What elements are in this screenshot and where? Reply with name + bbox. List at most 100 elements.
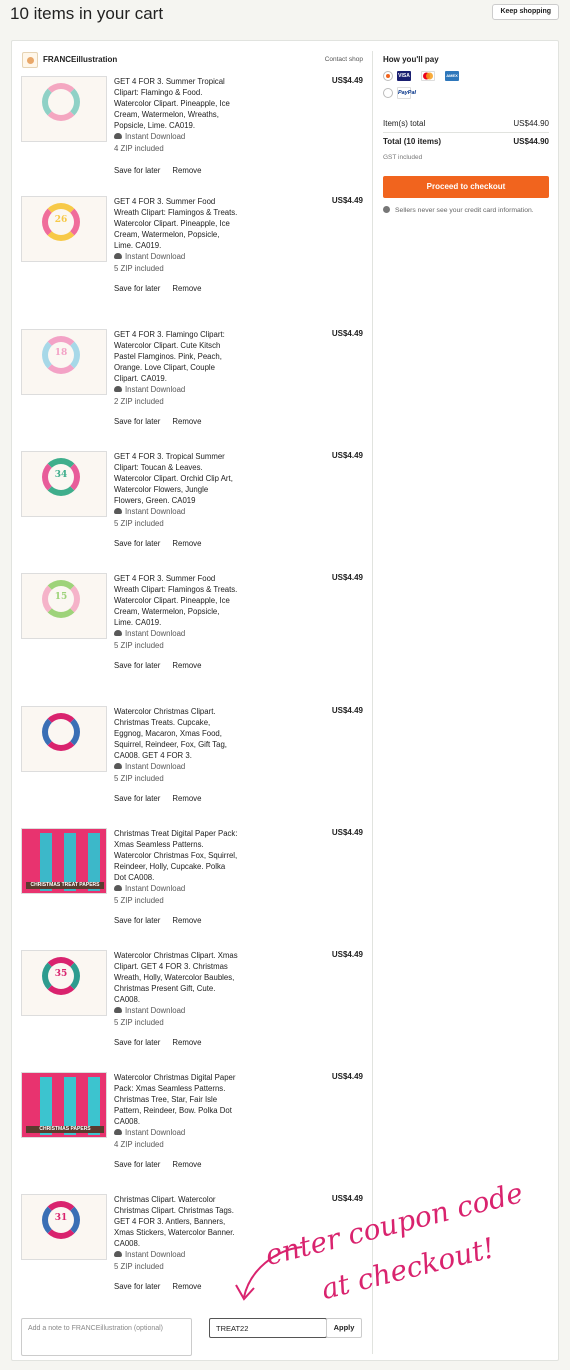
thumbnail-banner: CHRISTMAS PAPERS — [26, 1126, 104, 1133]
instant-download: Instant Download — [114, 252, 185, 261]
item-thumbnail[interactable]: 31 — [21, 1194, 107, 1260]
column-divider — [372, 51, 373, 1354]
page-title: 10 items in your cart — [10, 4, 164, 23]
cart-item: 34 GET 4 FOR 3. Tropical Summer Clipart: … — [21, 451, 363, 565]
instant-download: Instant Download — [114, 762, 185, 771]
cloud-download-icon — [114, 885, 122, 891]
remove-button[interactable]: Remove — [172, 284, 201, 293]
save-for-later-button[interactable]: Save for later — [114, 1282, 160, 1291]
remove-button[interactable]: Remove — [172, 794, 201, 803]
item-title[interactable]: GET 4 FOR 3. Summer Food Wreath Clipart:… — [114, 573, 239, 628]
instant-download: Instant Download — [114, 132, 185, 141]
paypal-payment-radio[interactable] — [383, 88, 393, 98]
item-price: US$4.49 — [331, 76, 363, 85]
instant-download: Instant Download — [114, 1128, 185, 1137]
save-for-later-button[interactable]: Save for later — [114, 417, 160, 426]
zip-count: 5 ZIP included — [114, 519, 164, 528]
remove-button[interactable]: Remove — [172, 1160, 201, 1169]
cloud-download-icon — [114, 1129, 122, 1135]
item-thumbnail[interactable]: 26 — [21, 196, 107, 262]
zip-count: 5 ZIP included — [114, 896, 164, 905]
cart-item: 35 Watercolor Christmas Clipart. Xmas Cli… — [21, 950, 363, 1064]
security-note: Sellers never see your credit card infor… — [383, 206, 534, 214]
item-title[interactable]: GET 4 FOR 3. Summer Food Wreath Clipart:… — [114, 196, 239, 251]
save-for-later-button[interactable]: Save for later — [114, 539, 160, 548]
cloud-download-icon — [114, 508, 122, 514]
item-price: US$4.49 — [331, 573, 363, 582]
item-thumbnail[interactable] — [21, 76, 107, 142]
item-thumbnail[interactable]: CHRISTMAS PAPERS — [21, 1072, 107, 1138]
item-thumbnail[interactable]: CHRISTMAS TREAT PAPERS — [21, 828, 107, 894]
thumbnail-number: 35 — [54, 969, 68, 979]
remove-button[interactable]: Remove — [172, 1282, 201, 1291]
cart-item: 15 GET 4 FOR 3. Summer Food Wreath Clipar… — [21, 573, 363, 687]
save-for-later-button[interactable]: Save for later — [114, 661, 160, 670]
instant-download: Instant Download — [114, 1250, 185, 1259]
paypal-icon: PayPal — [397, 87, 416, 99]
item-price: US$4.49 — [331, 196, 363, 205]
cart-panel: FRANCEillustration Contact shop GET 4 FO… — [11, 40, 559, 1361]
item-title[interactable]: Watercolor Christmas Clipart. Christmas … — [114, 706, 239, 761]
remove-button[interactable]: Remove — [172, 539, 201, 548]
zip-count: 2 ZIP included — [114, 397, 164, 406]
item-thumbnail[interactable]: 15 — [21, 573, 107, 639]
remove-button[interactable]: Remove — [172, 1038, 201, 1047]
item-actions: Save for later Remove — [114, 661, 213, 670]
item-thumbnail[interactable]: 34 — [21, 451, 107, 517]
cloud-download-icon — [114, 386, 122, 392]
item-price: US$4.49 — [331, 950, 363, 959]
lock-icon — [383, 206, 390, 213]
item-title[interactable]: GET 4 FOR 3. Tropical Summer Clipart: To… — [114, 451, 239, 506]
item-title[interactable]: Watercolor Christmas Digital Paper Pack:… — [114, 1072, 239, 1127]
item-thumbnail[interactable]: 18 — [21, 329, 107, 395]
shop-name[interactable]: FRANCEillustration — [43, 55, 117, 64]
remove-button[interactable]: Remove — [172, 166, 201, 175]
items-total-label: Item(s) total — [383, 119, 426, 128]
item-title[interactable]: Christmas Treat Digital Paper Pack: Xmas… — [114, 828, 239, 883]
zip-count: 4 ZIP included — [114, 144, 164, 153]
item-price: US$4.49 — [331, 706, 363, 715]
download-label: Instant Download — [125, 762, 186, 771]
shop-logo-icon[interactable] — [22, 52, 38, 68]
apply-coupon-button[interactable]: Apply — [326, 1318, 362, 1338]
save-for-later-button[interactable]: Save for later — [114, 284, 160, 293]
zip-count: 5 ZIP included — [114, 264, 164, 273]
thumbnail-number: 18 — [54, 348, 68, 358]
save-for-later-button[interactable]: Save for later — [114, 166, 160, 175]
cart-item: GET 4 FOR 3. Summer Tropical Clipart: Fl… — [21, 76, 363, 190]
card-payment-radio[interactable] — [383, 71, 393, 81]
save-for-later-button[interactable]: Save for later — [114, 1038, 160, 1047]
download-label: Instant Download — [125, 385, 186, 394]
remove-button[interactable]: Remove — [172, 661, 201, 670]
item-price: US$4.49 — [331, 1072, 363, 1081]
contact-shop-link[interactable]: Contact shop — [325, 56, 363, 63]
proceed-to-checkout-button[interactable]: Proceed to checkout — [383, 176, 549, 198]
download-label: Instant Download — [125, 252, 186, 261]
remove-button[interactable]: Remove — [172, 916, 201, 925]
item-actions: Save for later Remove — [114, 916, 213, 925]
total-row: Total (10 items) US$44.90 — [383, 137, 549, 146]
item-title[interactable]: GET 4 FOR 3. Summer Tropical Clipart: Fl… — [114, 76, 239, 131]
item-thumbnail[interactable] — [21, 706, 107, 772]
item-actions: Save for later Remove — [114, 1038, 213, 1047]
item-title[interactable]: GET 4 FOR 3. Flamingo Clipart: Watercolo… — [114, 329, 239, 384]
item-title[interactable]: Christmas Clipart. Watercolor Christmas … — [114, 1194, 239, 1249]
item-thumbnail[interactable]: 35 — [21, 950, 107, 1016]
thumbnail-number: 31 — [54, 1213, 68, 1223]
remove-button[interactable]: Remove — [172, 417, 201, 426]
cloud-download-icon — [114, 1251, 122, 1257]
item-price: US$4.49 — [331, 451, 363, 460]
instant-download: Instant Download — [114, 884, 185, 893]
keep-shopping-button[interactable]: Keep shopping — [492, 4, 559, 20]
item-title[interactable]: Watercolor Christmas Clipart. Xmas Clipa… — [114, 950, 239, 1005]
download-label: Instant Download — [125, 1250, 186, 1259]
save-for-later-button[interactable]: Save for later — [114, 794, 160, 803]
item-actions: Save for later Remove — [114, 794, 213, 803]
instant-download: Instant Download — [114, 1006, 185, 1015]
total-value: US$44.90 — [513, 137, 549, 146]
coupon-input[interactable]: TREAT22 — [209, 1318, 327, 1338]
note-to-seller-field[interactable]: Add a note to FRANCEillustration (option… — [21, 1318, 192, 1356]
cart-item: Watercolor Christmas Clipart. Christmas … — [21, 706, 363, 820]
save-for-later-button[interactable]: Save for later — [114, 1160, 160, 1169]
save-for-later-button[interactable]: Save for later — [114, 916, 160, 925]
